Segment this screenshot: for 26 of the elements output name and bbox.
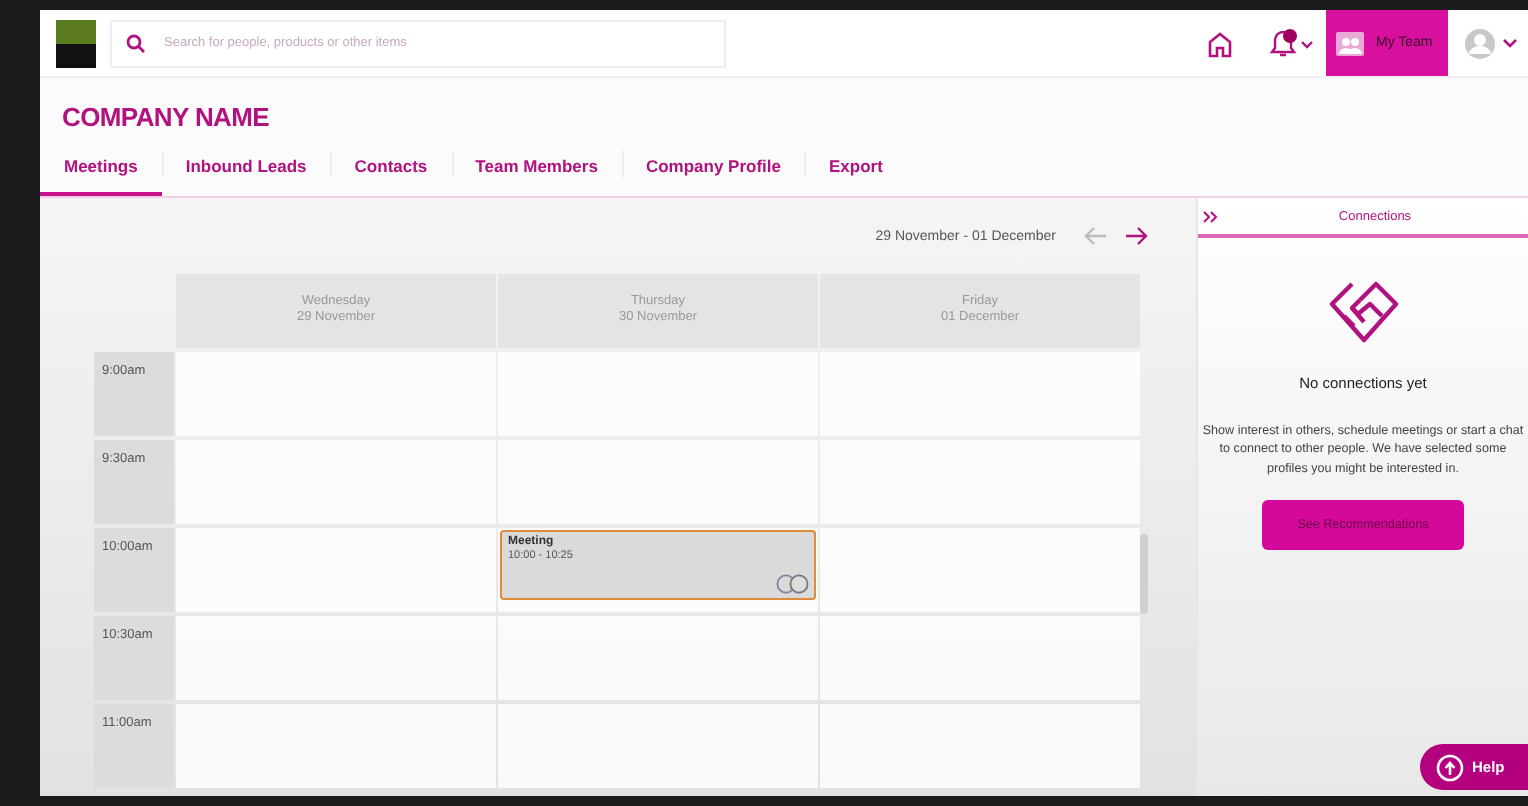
home-icon[interactable] (1206, 29, 1234, 57)
nav-tab[interactable]: Company Profile (621, 150, 805, 196)
team-icon (1336, 31, 1364, 55)
collapse-icon[interactable] (1198, 209, 1222, 223)
time-slot[interactable] (176, 616, 496, 700)
notification-bell-icon[interactable] (1266, 27, 1318, 59)
nav-tab[interactable]: Inbound Leads (161, 150, 331, 196)
user-avatar-icon[interactable] (1464, 27, 1520, 59)
nav-tab[interactable]: Team Members (451, 150, 622, 196)
time-slot[interactable] (176, 440, 496, 524)
time-slot[interactable] (820, 704, 1140, 788)
company-name: COMPANY NAME (62, 102, 272, 132)
nav-tab[interactable]: Export (804, 150, 907, 196)
nav-tab[interactable]: Contacts (330, 150, 452, 196)
time-slot[interactable] (176, 352, 496, 436)
time-slot[interactable] (176, 528, 496, 612)
previous-arrow-icon[interactable] (1084, 226, 1108, 246)
next-arrow-icon[interactable] (1124, 226, 1148, 246)
logo-icon[interactable] (56, 19, 96, 67)
time-slot[interactable] (176, 704, 496, 788)
time-slot[interactable] (820, 616, 1140, 700)
help-icon (1436, 753, 1464, 781)
time-slot[interactable] (498, 704, 818, 788)
search-icon (126, 33, 146, 53)
time-slot[interactable] (820, 528, 1140, 612)
attendees-icon (776, 574, 810, 594)
